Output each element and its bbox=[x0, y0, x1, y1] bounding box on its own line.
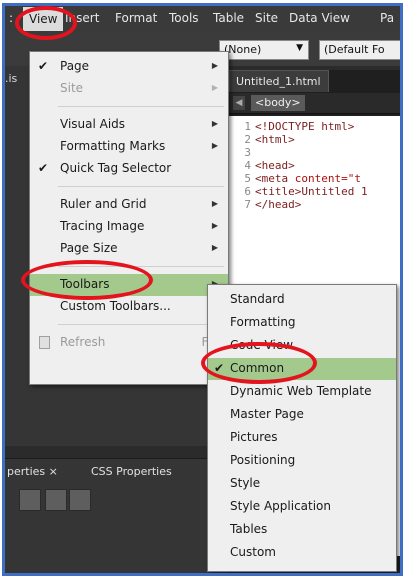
submenu-item-formatting[interactable]: Formatting bbox=[208, 312, 396, 334]
code-line: 4 <head> bbox=[244, 159, 295, 172]
submenu-item-tables[interactable]: Tables bbox=[208, 519, 396, 541]
menu-item-label: Standard bbox=[230, 292, 285, 306]
menu-item-label: Positioning bbox=[230, 453, 296, 467]
chevron-down-icon: ▼ bbox=[296, 43, 303, 53]
menu-item-quick-tag-selector[interactable]: ✔ Quick Tag Selector bbox=[30, 158, 228, 180]
menu-item-formatting-marks[interactable]: Formatting Marks ▶ bbox=[30, 136, 228, 158]
code-line: 2 <html> bbox=[244, 133, 295, 146]
menu-item-label: Refresh bbox=[60, 335, 106, 349]
style-dropdown-value: (None) bbox=[224, 43, 262, 56]
menu-item-label: Page Size bbox=[60, 241, 118, 255]
menu-item-site: Site ▶ bbox=[30, 78, 228, 100]
submenu-item-style-application[interactable]: Style Application bbox=[208, 496, 396, 518]
menu-item-label: Page bbox=[60, 59, 90, 73]
tab-tag-properties[interactable]: perties × bbox=[7, 465, 58, 478]
chevron-right-icon: ▶ bbox=[211, 221, 218, 230]
annotation-ellipse-toolbars bbox=[21, 260, 153, 300]
menu-item-page[interactable]: ✔ Page ▶ bbox=[30, 56, 228, 78]
quick-tag-bar: ◀ <body> bbox=[229, 93, 400, 114]
menu-item-label: Dynamic Web Template bbox=[230, 384, 372, 398]
menu-prev-item[interactable]: : bbox=[9, 11, 13, 25]
menu-site[interactable]: Site bbox=[255, 11, 278, 25]
menu-item-label: Visual Aids bbox=[60, 117, 126, 131]
submenu-item-style[interactable]: Style bbox=[208, 473, 396, 495]
menu-item-label: Custom Toolbars... bbox=[60, 299, 171, 313]
view-menu: ✔ Page ▶ Site ▶ Visual Aids ▶ Formatting… bbox=[29, 51, 229, 385]
menu-item-visual-aids[interactable]: Visual Aids ▶ bbox=[30, 114, 228, 136]
annotation-ellipse-view bbox=[15, 6, 77, 40]
check-icon: ✔ bbox=[38, 161, 49, 175]
chevron-right-icon: ▶ bbox=[211, 199, 218, 208]
properties-toolbar-button[interactable] bbox=[19, 489, 41, 511]
submenu-item-positioning[interactable]: Positioning bbox=[208, 450, 396, 472]
chevron-right-icon: ▶ bbox=[211, 243, 218, 252]
menu-separator bbox=[58, 324, 224, 325]
tag-breadcrumb-body[interactable]: <body> bbox=[251, 95, 305, 111]
app-window: : View Insert Format Tools Table Site Da… bbox=[2, 3, 403, 576]
menu-item-label: Style Application bbox=[230, 499, 332, 513]
menu-item-label: Quick Tag Selector bbox=[60, 161, 172, 175]
menu-item-custom-toolbars[interactable]: Custom Toolbars... bbox=[30, 296, 228, 318]
code-line: 6 <title>Untitled 1 bbox=[244, 185, 368, 198]
menu-item-label: Formatting bbox=[230, 315, 296, 329]
menu-separator bbox=[58, 186, 224, 187]
menu-item-label: Custom bbox=[230, 545, 276, 559]
menu-item-refresh: Refresh F5 bbox=[30, 332, 228, 354]
menu-item-label: Tables bbox=[230, 522, 268, 536]
properties-toolbar-button[interactable] bbox=[69, 489, 91, 511]
tab-css-properties[interactable]: CSS Properties bbox=[91, 465, 172, 478]
menu-table[interactable]: Table bbox=[213, 11, 244, 25]
menu-format[interactable]: Format bbox=[115, 11, 157, 25]
menu-item-ruler-and-grid[interactable]: Ruler and Grid ▶ bbox=[30, 194, 228, 216]
menu-tools[interactable]: Tools bbox=[169, 11, 199, 25]
annotation-ellipse-common bbox=[201, 342, 317, 384]
code-line: 7 </head> bbox=[244, 198, 302, 211]
menu-separator bbox=[58, 106, 224, 107]
chevron-right-icon: ▶ bbox=[211, 141, 218, 150]
submenu-item-pictures[interactable]: Pictures bbox=[208, 427, 396, 449]
font-dropdown-value: (Default Fo bbox=[324, 43, 385, 56]
menu-item-page-size[interactable]: Page Size ▶ bbox=[30, 238, 228, 260]
code-line: 3 bbox=[244, 146, 251, 159]
toolbars-submenu: Standard Formatting Code View ✔ Common D… bbox=[207, 284, 397, 572]
menu-item-label: Master Page bbox=[230, 407, 304, 421]
menu-item-label: Site bbox=[60, 81, 84, 95]
font-dropdown[interactable]: (Default Fo bbox=[319, 40, 400, 60]
submenu-item-custom[interactable]: Custom bbox=[208, 542, 396, 564]
menu-item-label: Ruler and Grid bbox=[60, 197, 147, 211]
menu-item-label: Formatting Marks bbox=[60, 139, 166, 153]
tab-untitled-1[interactable]: Untitled_1.html × bbox=[229, 70, 329, 110]
properties-toolbar-button[interactable] bbox=[45, 489, 67, 511]
menu-item-label: Tracing Image bbox=[60, 219, 145, 233]
menu-item-tracing-image[interactable]: Tracing Image ▶ bbox=[30, 216, 228, 238]
submenu-item-dynamic-web-template[interactable]: Dynamic Web Template bbox=[208, 381, 396, 403]
chevron-right-icon: ▶ bbox=[211, 119, 218, 128]
check-icon: ✔ bbox=[38, 59, 49, 73]
chevron-left-icon[interactable]: ◀ bbox=[233, 96, 245, 110]
style-dropdown[interactable]: (None) ▼ bbox=[219, 40, 309, 60]
chevron-right-icon: ▶ bbox=[211, 83, 218, 92]
menu-data-view[interactable]: Data View bbox=[289, 11, 350, 25]
refresh-icon bbox=[39, 336, 50, 349]
code-line: 1 <!DOCTYPE html> bbox=[244, 120, 355, 133]
menu-panels[interactable]: Pa bbox=[380, 11, 394, 25]
submenu-item-master-page[interactable]: Master Page bbox=[208, 404, 396, 426]
panel-tab-label[interactable]: .is bbox=[5, 72, 17, 92]
menu-item-label: Style bbox=[230, 476, 261, 490]
menu-item-label: Pictures bbox=[230, 430, 278, 444]
chevron-right-icon: ▶ bbox=[211, 61, 218, 70]
submenu-item-standard[interactable]: Standard bbox=[208, 289, 396, 311]
properties-panel: perties × CSS Properties bbox=[5, 458, 227, 573]
code-line: 5 <meta content="t bbox=[244, 172, 361, 185]
